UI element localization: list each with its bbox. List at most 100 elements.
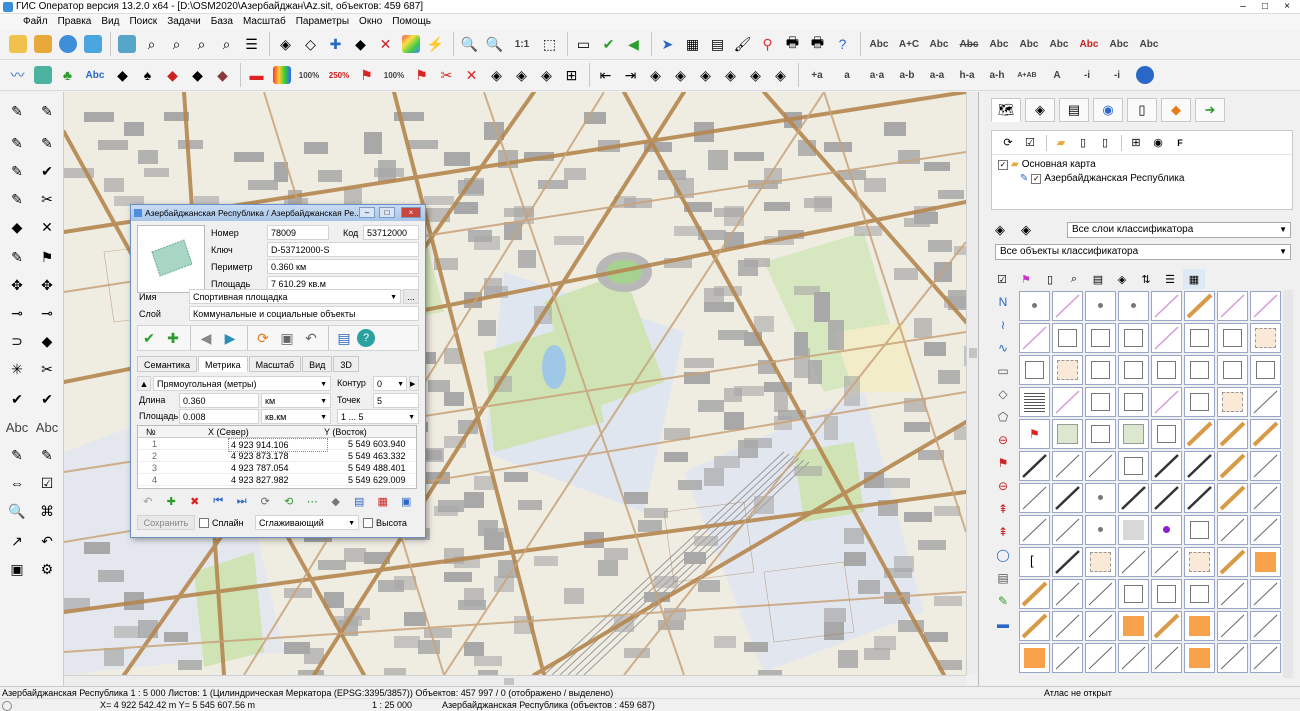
symbol-cell[interactable] bbox=[1118, 419, 1149, 449]
symbol-cell[interactable] bbox=[1217, 387, 1248, 417]
binoculars-text-icon[interactable]: ⌕ bbox=[190, 33, 213, 56]
symbol-cell[interactable] bbox=[1085, 355, 1116, 385]
vector-type-icon[interactable]: ⇞ bbox=[993, 497, 1013, 520]
symbol-cell[interactable] bbox=[1184, 419, 1215, 449]
delete-select-icon[interactable]: ✕ bbox=[374, 33, 397, 56]
square-icon[interactable] bbox=[31, 64, 54, 87]
table-icon[interactable]: ▦ bbox=[681, 33, 704, 56]
zoom-100b-button[interactable]: 100% bbox=[380, 64, 408, 87]
symbol-cell[interactable] bbox=[1118, 387, 1149, 417]
symbol-cell[interactable] bbox=[1019, 579, 1050, 609]
classifier-layers-combo[interactable]: Все слои классификатора ▼ bbox=[1067, 222, 1291, 238]
metric-rotate-icon[interactable]: ⟳ bbox=[255, 493, 277, 509]
symbol-cell[interactable] bbox=[1151, 291, 1182, 321]
minimize-button[interactable]: – bbox=[1232, 0, 1254, 14]
fn-icon[interactable]: F bbox=[1170, 133, 1190, 153]
tab-metrics[interactable]: Метрика bbox=[197, 356, 248, 372]
eraser-icon[interactable]: ✎ bbox=[4, 186, 30, 212]
doc-icon[interactable]: ▯ bbox=[1095, 133, 1115, 153]
window-icon[interactable]: ▭ bbox=[572, 33, 595, 56]
apply-check-icon[interactable]: ✔ bbox=[138, 327, 160, 349]
symbol-cell[interactable] bbox=[1151, 419, 1182, 449]
tab-3d[interactable]: 3D bbox=[333, 356, 359, 372]
symbol-cell[interactable] bbox=[1184, 483, 1215, 513]
symbol-cell[interactable] bbox=[1019, 387, 1050, 417]
curve-type-icon[interactable]: ≀ bbox=[993, 313, 1013, 336]
label-plus-a-button[interactable]: +a bbox=[803, 64, 831, 87]
star-icon[interactable]: ✳ bbox=[4, 356, 30, 382]
metric-last-icon[interactable]: ⏭ bbox=[231, 493, 253, 509]
symbol-cell[interactable] bbox=[1118, 323, 1149, 353]
table-row[interactable]: 1 4 923 914.106 5 549 603.940 bbox=[138, 438, 416, 452]
doc-add-icon[interactable]: ▯ bbox=[1073, 133, 1093, 153]
symbol-cell[interactable] bbox=[1217, 515, 1248, 545]
undo-tool-icon[interactable]: ↶ bbox=[34, 528, 60, 554]
align-right-icon[interactable]: ⇥ bbox=[619, 64, 642, 87]
flags-icon[interactable]: ⚑ bbox=[355, 64, 378, 87]
tab-map-view[interactable]: 🗺 bbox=[991, 98, 1021, 122]
refresh-icon[interactable]: ⟳ bbox=[998, 133, 1018, 153]
tab-shapes[interactable]: ◆ bbox=[1161, 98, 1191, 122]
symbol-cell[interactable] bbox=[1250, 643, 1281, 673]
label-a-a-button[interactable]: a-a bbox=[923, 64, 951, 87]
move-icon[interactable]: ✥ bbox=[4, 272, 30, 298]
symbol-cell[interactable] bbox=[1217, 419, 1248, 449]
label-minus-i-button[interactable]: -i bbox=[1073, 64, 1101, 87]
symbol-cell[interactable] bbox=[1250, 611, 1281, 641]
symbol-cell[interactable] bbox=[1052, 515, 1083, 545]
tab-document[interactable]: ▯ bbox=[1127, 98, 1157, 122]
dialog-maximize-button[interactable]: □ bbox=[379, 207, 395, 218]
sym-check-icon[interactable]: ☑ bbox=[991, 269, 1013, 289]
symbol-cell[interactable] bbox=[1184, 579, 1215, 609]
symbol-cell[interactable] bbox=[1118, 451, 1149, 481]
symbol-cell[interactable] bbox=[1217, 547, 1248, 577]
symbol-cell[interactable] bbox=[1118, 643, 1149, 673]
classifier-objects-combo[interactable]: Все объекты классификатора ▼ bbox=[995, 244, 1291, 260]
text-abc-2-button[interactable]: Abc bbox=[925, 33, 953, 56]
dialog-close-button[interactable]: × bbox=[401, 207, 421, 218]
menu-parameters[interactable]: Параметры bbox=[291, 14, 354, 29]
symbol-scrollbar[interactable] bbox=[1283, 290, 1293, 678]
symbol-cell[interactable] bbox=[1019, 643, 1050, 673]
lua-icon[interactable] bbox=[1133, 64, 1156, 87]
table-type-icon[interactable]: ▤ bbox=[993, 566, 1013, 589]
menu-view[interactable]: Вид bbox=[96, 14, 124, 29]
symbol-cell[interactable] bbox=[1151, 579, 1182, 609]
symbol-cell[interactable] bbox=[1250, 483, 1281, 513]
arc-icon[interactable]: ⊃ bbox=[4, 328, 30, 354]
bar-type-icon[interactable]: ⇞ bbox=[993, 520, 1013, 543]
flash-icon[interactable]: ◆ bbox=[111, 64, 134, 87]
color-bars-icon[interactable] bbox=[270, 64, 293, 87]
tab-calculator[interactable]: ▤ bbox=[1059, 98, 1089, 122]
symbol-cell[interactable] bbox=[1217, 323, 1248, 353]
map-vertical-scrollbar[interactable] bbox=[966, 92, 978, 675]
symbol-cell[interactable] bbox=[1217, 643, 1248, 673]
folder-add-icon[interactable]: ▰ bbox=[1051, 133, 1071, 153]
polyline-icon[interactable]: 〰 bbox=[6, 64, 29, 87]
save-button[interactable]: Сохранить bbox=[137, 515, 195, 530]
row-y[interactable]: 5 549 463.332 bbox=[348, 450, 406, 462]
symbol-cell[interactable] bbox=[1052, 451, 1083, 481]
sym-grid-icon[interactable]: ▦ bbox=[1183, 269, 1205, 289]
menu-file[interactable]: Файл bbox=[18, 14, 53, 29]
globe-icon[interactable] bbox=[56, 33, 79, 56]
globe-layer-icon[interactable]: ◉ bbox=[1148, 133, 1168, 153]
row-x[interactable]: 4 923 827.982 bbox=[231, 474, 289, 486]
metric-first-icon[interactable]: ⏮ bbox=[208, 493, 230, 509]
layers-filter-icon[interactable]: ◈ bbox=[995, 222, 1005, 238]
symbol-cell[interactable] bbox=[1085, 515, 1116, 545]
symbol-cell[interactable] bbox=[1019, 515, 1050, 545]
row-x[interactable]: 4 923 787.054 bbox=[231, 462, 289, 474]
symbol-cell[interactable] bbox=[1217, 579, 1248, 609]
symbol-cell[interactable] bbox=[1184, 611, 1215, 641]
row-y[interactable]: 5 549 603.940 bbox=[348, 438, 406, 450]
edit-line-2-icon[interactable]: ✎ bbox=[34, 130, 60, 156]
next-object-icon[interactable]: ▶ bbox=[219, 327, 241, 349]
red-delete-icon[interactable]: ✕ bbox=[34, 214, 60, 240]
sym-search-icon[interactable]: ⌕ bbox=[1063, 269, 1085, 289]
check-box-icon[interactable]: ☑ bbox=[34, 470, 60, 496]
symbol-cell[interactable] bbox=[1118, 483, 1149, 513]
spline-checkbox[interactable] bbox=[199, 518, 209, 528]
zoom-100-button[interactable]: 100% bbox=[295, 64, 323, 87]
symbol-cell[interactable] bbox=[1118, 355, 1149, 385]
